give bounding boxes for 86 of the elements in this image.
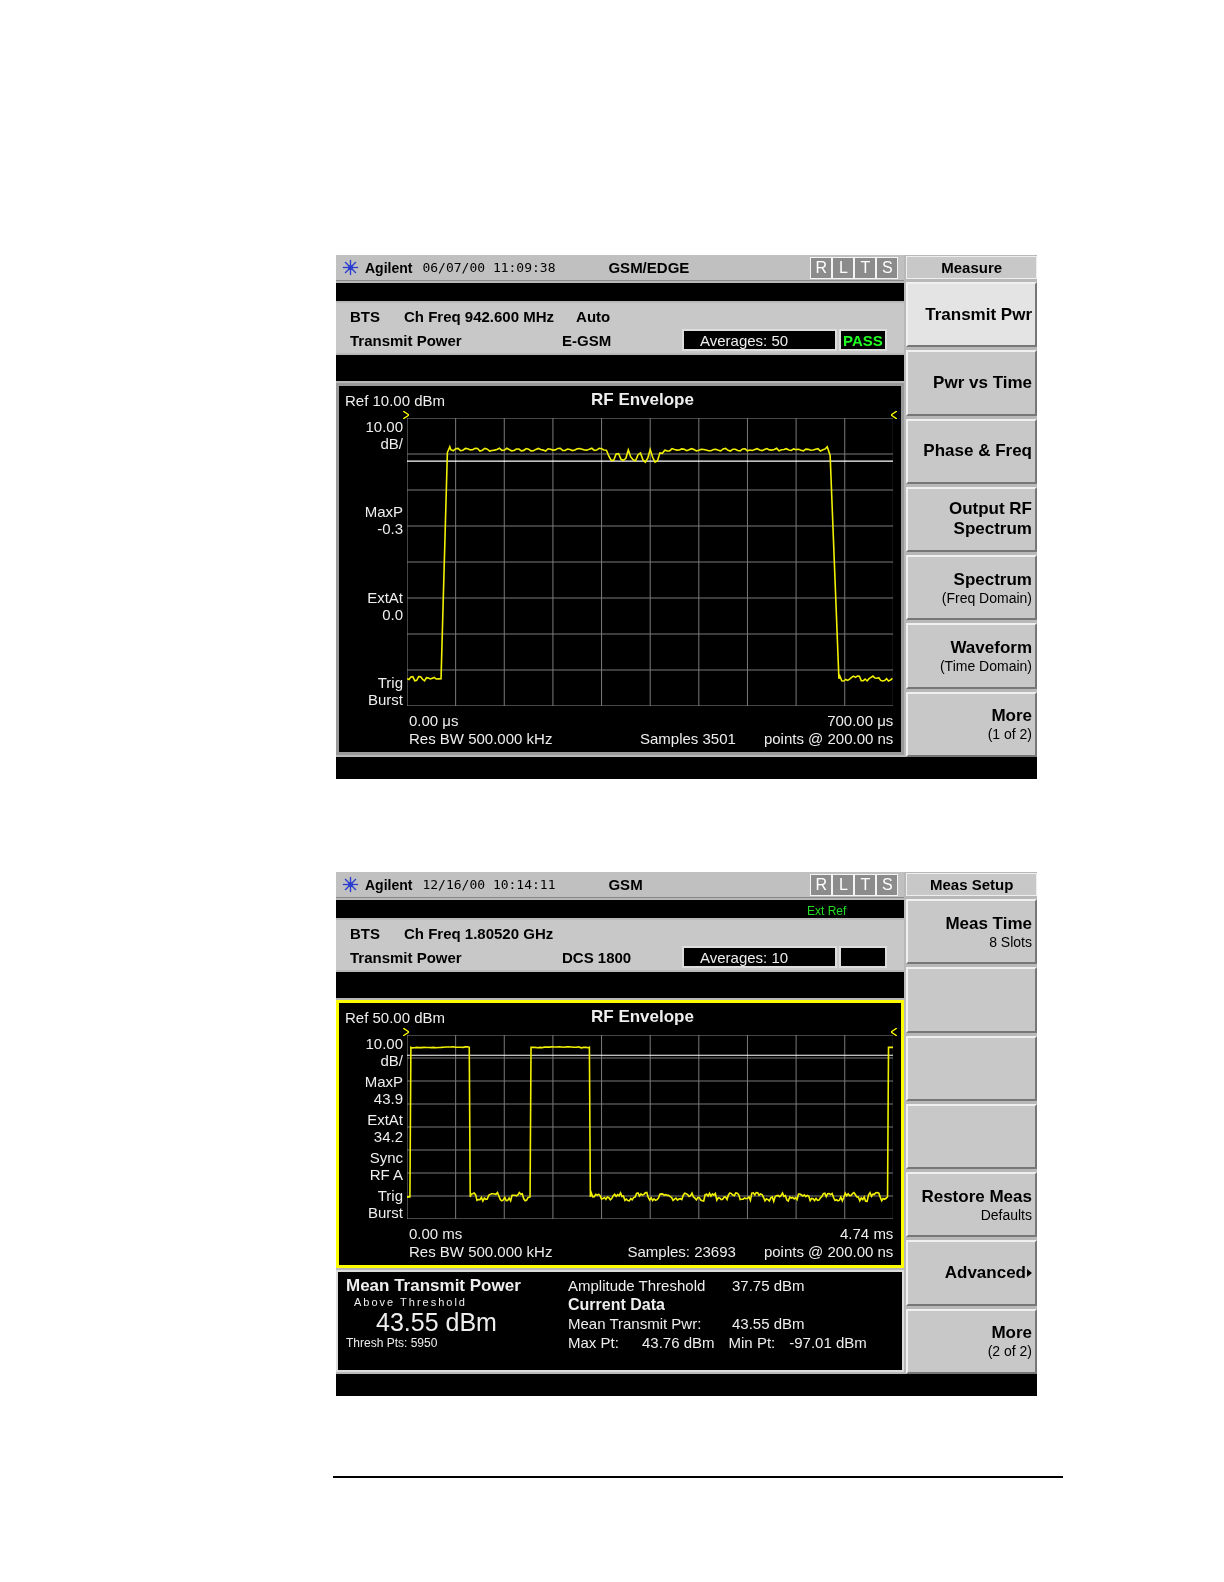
threshold-points: Thresh Pts: 5950 [346,1336,439,1350]
result-text: 43.76 dBm [642,1333,715,1352]
softkey-button[interactable]: Restore Meas Defaults [906,1172,1037,1238]
x-axis-end: 700.00 μs [827,712,894,730]
axis-label: Trig Burst [367,1187,403,1221]
averages-display: Averages: 10 [682,946,837,968]
result-text: -97.01 dBm [789,1333,867,1352]
result-text: Mean Transmit Pwr: [568,1314,703,1333]
marker-icon [403,1028,409,1036]
softkey-button[interactable]: Waveform (Time Domain) [906,623,1037,689]
result-text: Min Pt: [728,1333,776,1352]
graph-footer-text: Samples: 23693 [627,1243,736,1261]
brand-name: Agilent [365,259,413,276]
starburst-logo-icon [342,259,359,276]
softkey-button[interactable]: Spectrum (Freq Domain) [906,555,1037,621]
menu-title: Measure [906,256,1037,279]
softkey-button[interactable]: Output RF Spectrum [906,486,1037,553]
graph-footer-text: points @ 200.00 ns [763,730,894,748]
result-text: Max Pt: [568,1333,620,1352]
softkey-button[interactable]: Transmit Pwr [906,282,1037,348]
axis-label: ExtAt 34.2 [366,1111,403,1145]
axis-label: Sync RF A [368,1149,403,1183]
status-indicator: S [876,873,899,896]
verdict-badge [839,946,887,968]
softkey-button[interactable]: Meas Time 8 Slots [906,899,1037,965]
softkey-button[interactable] [906,967,1037,1033]
info-text: Transmit Power [350,331,463,349]
info-text: Ch Freq 1.80520 GHz [404,924,554,942]
x-axis-end: 4.74 ms [840,1225,894,1243]
status-message: Ext Ref [807,904,847,918]
graph-title: RF Envelope [591,390,694,410]
result-text: Amplitude Threshold [568,1276,707,1295]
softkey-button[interactable]: Advanced [906,1240,1037,1306]
axis-label: MaxP 43.9 [363,1073,403,1107]
averages-display: Averages: 50 [682,329,837,351]
info-text: Transmit Power [350,948,463,966]
reference-level: Ref 10.00 dBm [345,391,447,409]
graph-footer-text: Res BW 500.000 kHz [409,730,553,748]
marker-icon [403,411,409,419]
status-indicator: L [832,873,855,896]
x-axis-start: 0.00 ms [409,1225,463,1243]
info-text: Ch Freq 942.600 MHz [404,307,555,325]
result-title: Mean Transmit Power [346,1276,522,1296]
info-text: E-GSM [562,331,613,349]
status-indicator: T [854,873,877,896]
graph-footer-text: Samples 3501 [640,730,736,748]
info-text: BTS [350,307,381,325]
marker-icon [891,1028,898,1036]
result-text: 43.55 dBm [732,1314,805,1333]
graph-footer-text: Res BW 500.000 kHz [409,1243,553,1261]
mode-label: GSM [608,876,643,893]
date-time: 06/07/00 11:09:38 [422,260,557,275]
menu-title: Meas Setup [906,873,1037,896]
date-time: 12/16/00 10:14:11 [422,877,557,892]
axis-label: ExtAt 0.0 [366,588,403,623]
result-heading: Current Data [568,1295,665,1314]
softkey-button[interactable]: More (2 of 2) [906,1308,1037,1374]
brand-name: Agilent [365,876,413,893]
status-indicator: L [832,256,855,279]
reference-level: Ref 50.00 dBm [345,1008,447,1026]
starburst-logo-icon [342,876,359,893]
status-indicator: R [810,873,833,896]
mode-label: GSM/EDGE [608,259,690,276]
softkey-button[interactable]: More (1 of 2) [906,691,1037,757]
x-axis-start: 0.00 μs [409,712,459,730]
softkey-button[interactable] [906,1035,1037,1101]
status-indicator: S [876,256,899,279]
graph-title: RF Envelope [591,1007,694,1027]
status-indicator: R [810,256,833,279]
axis-label: MaxP -0.3 [363,503,403,538]
graph-footer-text: points @ 200.00 ns [763,1243,894,1261]
status-indicator: T [854,256,877,279]
softkey-button[interactable]: Phase & Freq [906,418,1037,484]
info-text: DCS 1800 [562,948,633,966]
info-text: BTS [350,924,381,942]
softkey-button[interactable]: Pwr vs Time [906,350,1037,416]
verdict-badge: PASS [839,329,887,351]
axis-label: Trig Burst [367,674,403,708]
result-text: 37.75 dBm [732,1276,805,1295]
axis-label: 10.00 dB/ [364,1035,403,1069]
axis-label: 10.00 dB/ [364,418,403,452]
info-text: Auto [576,307,611,325]
result-value: 43.55 dBm [375,1308,498,1336]
softkey-button[interactable] [906,1103,1037,1170]
marker-icon [891,411,898,419]
result-subtitle: Above Threshold [353,1296,468,1308]
